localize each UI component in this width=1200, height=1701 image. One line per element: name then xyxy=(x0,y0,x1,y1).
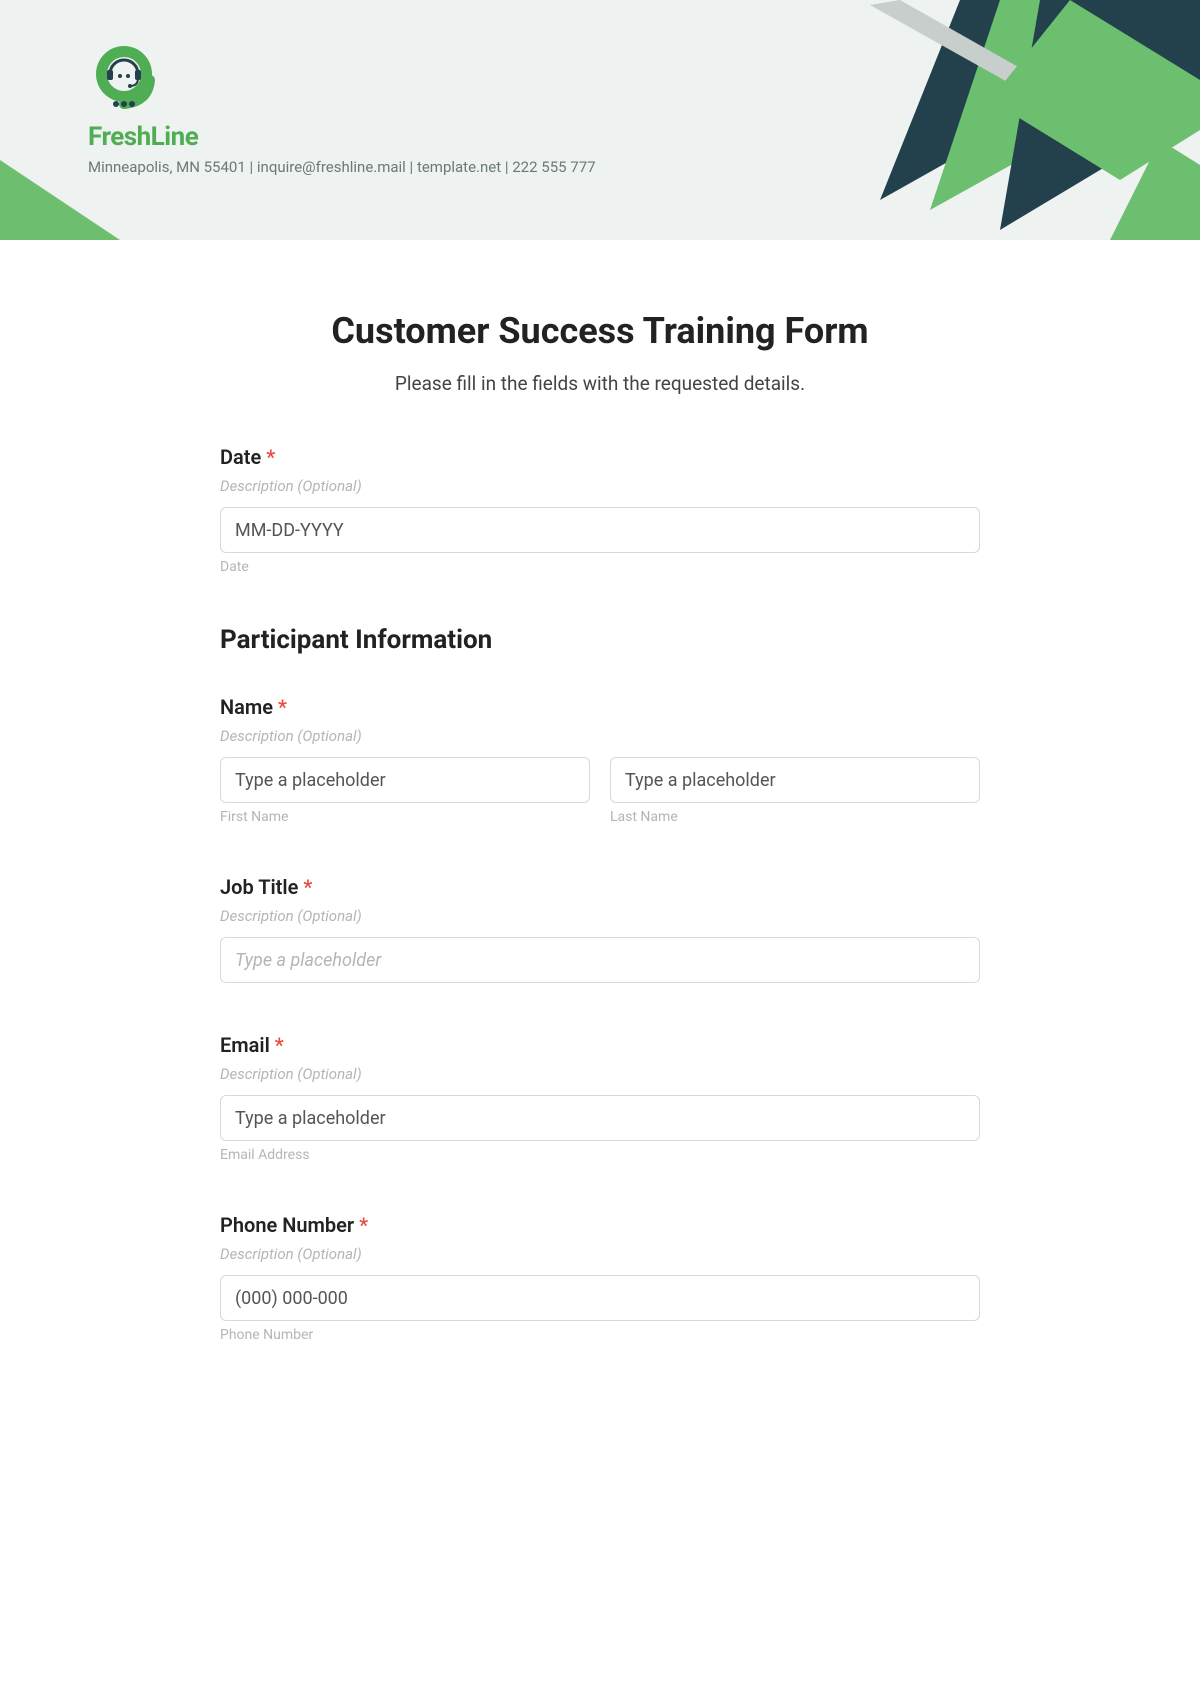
field-date: Date * Description (Optional) Date xyxy=(220,445,980,575)
required-mark: * xyxy=(303,875,312,899)
phone-label: Phone Number * xyxy=(220,1213,980,1237)
job-title-input[interactable] xyxy=(220,937,980,983)
required-mark: * xyxy=(278,695,287,719)
field-phone: Phone Number * Description (Optional) Ph… xyxy=(220,1213,980,1343)
last-name-sublabel: Last Name xyxy=(610,809,980,825)
field-job-title: Job Title * Description (Optional) xyxy=(220,875,980,983)
date-label-text: Date xyxy=(220,445,261,469)
first-name-sublabel: First Name xyxy=(220,809,590,825)
phone-sublabel: Phone Number xyxy=(220,1327,980,1343)
brand-block: FreshLine Minneapolis, MN 55401 | inquir… xyxy=(88,40,596,176)
email-label: Email * xyxy=(220,1033,980,1057)
required-mark: * xyxy=(359,1213,368,1237)
email-label-text: Email xyxy=(220,1033,270,1057)
job-label-text: Job Title xyxy=(220,875,298,899)
brand-name: FreshLine xyxy=(88,122,596,152)
form-subtitle: Please fill in the fields with the reque… xyxy=(220,372,980,395)
header-decor-shapes xyxy=(600,0,1200,240)
phone-label-text: Phone Number xyxy=(220,1213,354,1237)
form-container: Customer Success Training Form Please fi… xyxy=(220,240,980,1383)
headset-icon xyxy=(88,40,160,112)
brand-subtext: Minneapolis, MN 55401 | inquire@freshlin… xyxy=(88,158,596,176)
name-description: Description (Optional) xyxy=(220,727,980,745)
job-description: Description (Optional) xyxy=(220,907,980,925)
required-mark: * xyxy=(266,445,275,469)
email-description: Description (Optional) xyxy=(220,1065,980,1083)
date-input[interactable] xyxy=(220,507,980,553)
phone-description: Description (Optional) xyxy=(220,1245,980,1263)
required-mark: * xyxy=(275,1033,284,1057)
form-title: Customer Success Training Form xyxy=(220,310,980,352)
date-description: Description (Optional) xyxy=(220,477,980,495)
date-label: Date * xyxy=(220,445,980,469)
name-label: Name * xyxy=(220,695,980,719)
field-name: Name * Description (Optional) First Name… xyxy=(220,695,980,825)
brand-logo xyxy=(88,40,160,112)
name-label-text: Name xyxy=(220,695,273,719)
email-input[interactable] xyxy=(220,1095,980,1141)
date-sublabel: Date xyxy=(220,559,980,575)
first-name-input[interactable] xyxy=(220,757,590,803)
field-email: Email * Description (Optional) Email Add… xyxy=(220,1033,980,1163)
phone-input[interactable] xyxy=(220,1275,980,1321)
header-banner: FreshLine Minneapolis, MN 55401 | inquir… xyxy=(0,0,1200,240)
last-name-input[interactable] xyxy=(610,757,980,803)
email-sublabel: Email Address xyxy=(220,1147,980,1163)
job-label: Job Title * xyxy=(220,875,980,899)
section-participant-title: Participant Information xyxy=(220,625,980,655)
